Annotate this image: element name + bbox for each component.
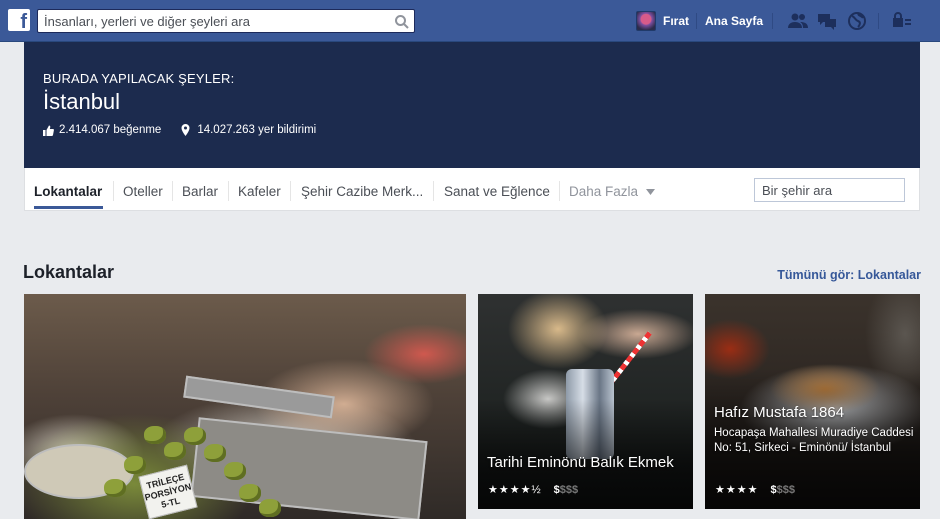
likes-count: 2.414.067 beğenme bbox=[59, 124, 162, 136]
price-level: $$$$ bbox=[554, 484, 578, 496]
food-photo-detail bbox=[224, 462, 246, 480]
tab-lokantalar[interactable]: Lokantalar bbox=[34, 184, 102, 199]
divider bbox=[228, 181, 229, 201]
tab-oteller[interactable]: Oteller bbox=[123, 184, 163, 199]
profile-link[interactable]: Fırat bbox=[636, 11, 689, 31]
divider bbox=[433, 181, 434, 201]
tab-sehir-cazibe[interactable]: Şehir Cazibe Merk... bbox=[301, 184, 423, 199]
price-dim: $$$ bbox=[776, 483, 795, 496]
price-dim: $$$ bbox=[559, 483, 579, 496]
restaurant-name[interactable]: Tarihi Eminönü Balık Ekmek bbox=[487, 454, 674, 471]
friend-requests-icon[interactable] bbox=[787, 11, 809, 31]
food-photo-detail bbox=[184, 427, 206, 445]
restaurant-name[interactable]: Hafız Mustafa 1864 bbox=[714, 404, 844, 421]
active-tab-indicator bbox=[34, 206, 103, 209]
price-level: $$$$ bbox=[770, 484, 794, 496]
tab-kafeler[interactable]: Kafeler bbox=[238, 184, 281, 199]
food-photo-detail bbox=[164, 442, 186, 460]
section-title: Lokantalar bbox=[23, 262, 115, 282]
food-photo-detail bbox=[124, 456, 146, 474]
divider bbox=[172, 181, 173, 201]
rating-row: ★★★★ $$$$ bbox=[715, 483, 795, 497]
tab-sanat-eglence[interactable]: Sanat ve Eğlence bbox=[444, 184, 550, 199]
restaurant-card[interactable]: Hafız Mustafa 1864 Hocapaşa Mahallesi Mu… bbox=[705, 294, 920, 509]
restaurant-card[interactable]: Tarihi Eminönü Balık Ekmek ★★★★½ $$$$ bbox=[478, 294, 693, 509]
food-photo-detail bbox=[183, 375, 335, 419]
divider bbox=[559, 181, 560, 201]
divider bbox=[290, 181, 291, 201]
rating-row: ★★★★½ $$$$ bbox=[488, 483, 578, 497]
food-photo-detail bbox=[204, 444, 226, 462]
city-header: BURADA YAPILACAK ŞEYLER: İstanbul 2.414.… bbox=[24, 42, 920, 168]
chevron-down-icon bbox=[645, 189, 655, 196]
facebook-logo-icon[interactable]: f bbox=[8, 9, 30, 31]
restaurant-address: Hocapaşa Mahallesi Muradiye Caddesi No: … bbox=[714, 427, 914, 454]
header-kicker: BURADA YAPILACAK ŞEYLER: bbox=[43, 71, 235, 86]
category-tabs: Lokantalar Oteller Barlar Kafeler Şehir … bbox=[24, 168, 920, 211]
top-navigation-bar: f Fırat Ana Sayfa bbox=[0, 0, 940, 42]
price-sign: TRİLEÇE PORSİYON 5-TL bbox=[138, 464, 198, 519]
food-photo-detail bbox=[259, 499, 281, 517]
divider bbox=[113, 181, 114, 201]
location-pin-icon bbox=[181, 124, 190, 136]
page-title: İstanbul bbox=[43, 89, 121, 114]
tab-more-label: Daha Fazla bbox=[569, 184, 639, 199]
city-search-input[interactable] bbox=[755, 179, 904, 201]
messages-icon[interactable] bbox=[816, 11, 838, 31]
notifications-globe-icon[interactable] bbox=[846, 11, 868, 31]
avatar[interactable] bbox=[636, 11, 656, 31]
home-link[interactable]: Ana Sayfa bbox=[705, 14, 763, 28]
search-input[interactable] bbox=[38, 10, 378, 32]
food-photo-detail bbox=[239, 484, 261, 502]
food-photo-detail bbox=[144, 426, 166, 444]
checkins-stat: 14.027.263 yer bildirimi bbox=[181, 124, 316, 136]
search-icon[interactable] bbox=[394, 14, 410, 30]
rating-stars: ★★★★½ bbox=[488, 484, 542, 496]
profile-name[interactable]: Fırat bbox=[663, 14, 689, 28]
restaurant-card-featured[interactable]: TRİLEÇE PORSİYON 5-TL bbox=[24, 294, 466, 519]
food-photo-detail bbox=[104, 479, 126, 497]
checkins-count: 14.027.263 yer bildirimi bbox=[197, 124, 317, 136]
thumbs-up-icon bbox=[43, 125, 54, 136]
likes-stat: 2.414.067 beğenme bbox=[43, 124, 161, 136]
header-stats: 2.414.067 beğenme 14.027.263 yer bildiri… bbox=[43, 124, 316, 136]
see-all-link[interactable]: Tümünü gör: Lokantalar bbox=[777, 268, 921, 282]
search-box[interactable] bbox=[37, 9, 415, 33]
tab-barlar[interactable]: Barlar bbox=[182, 184, 218, 199]
divider bbox=[696, 13, 697, 29]
rating-stars: ★★★★ bbox=[715, 484, 759, 496]
city-search-box[interactable] bbox=[754, 178, 905, 202]
divider bbox=[772, 13, 773, 29]
tab-more[interactable]: Daha Fazla bbox=[569, 184, 655, 199]
privacy-shortcuts-icon[interactable] bbox=[891, 11, 913, 31]
divider bbox=[878, 13, 879, 29]
